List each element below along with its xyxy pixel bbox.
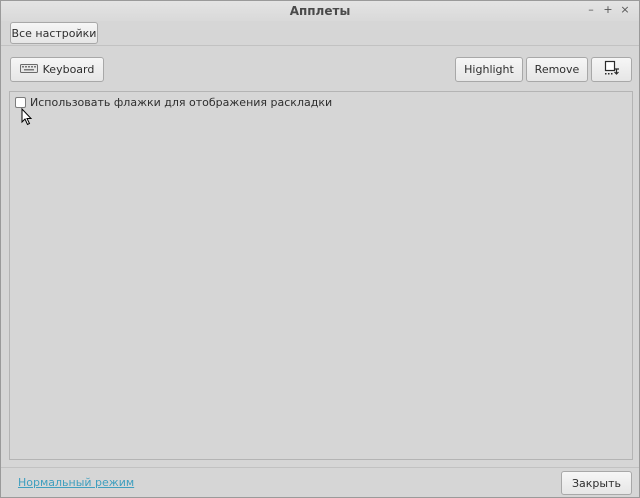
applet-settings-panel (9, 91, 633, 460)
maximize-button[interactable]: + (601, 3, 615, 17)
all-settings-label: Все настройки (11, 26, 97, 40)
keyboard-label: Keyboard (42, 63, 95, 76)
remove-label: Remove (534, 63, 580, 76)
title-bar: Апплеты – + × (1, 1, 639, 21)
highlight-button[interactable]: Highlight (455, 57, 523, 82)
footer-divider (1, 467, 639, 468)
use-flags-label[interactable]: Использовать флажки для отображения раск… (30, 96, 332, 109)
keyboard-icon (19, 63, 38, 76)
normal-mode-link[interactable]: Нормальный режим (18, 476, 134, 489)
window-title: Апплеты (289, 4, 351, 18)
highlight-label: Highlight (464, 63, 514, 76)
use-flags-option[interactable]: Использовать флажки для отображения раск… (15, 96, 332, 109)
mouse-pointer-icon (21, 107, 33, 129)
all-settings-button[interactable]: Все настройки (10, 22, 98, 44)
close-window-button[interactable]: × (618, 3, 632, 17)
close-button[interactable]: Закрыть (561, 471, 632, 495)
applets-window: Апплеты – + × Все настройки Keyboard Hig… (0, 0, 640, 498)
keyboard-applet-button[interactable]: Keyboard (10, 57, 104, 82)
remove-button[interactable]: Remove (526, 57, 588, 82)
use-flags-checkbox[interactable] (15, 97, 26, 108)
toolbar: Все настройки (1, 21, 639, 46)
more-options-button[interactable] (591, 57, 632, 82)
close-label: Закрыть (572, 476, 621, 490)
minimize-button[interactable]: – (584, 3, 598, 17)
window-list-icon (604, 60, 620, 79)
